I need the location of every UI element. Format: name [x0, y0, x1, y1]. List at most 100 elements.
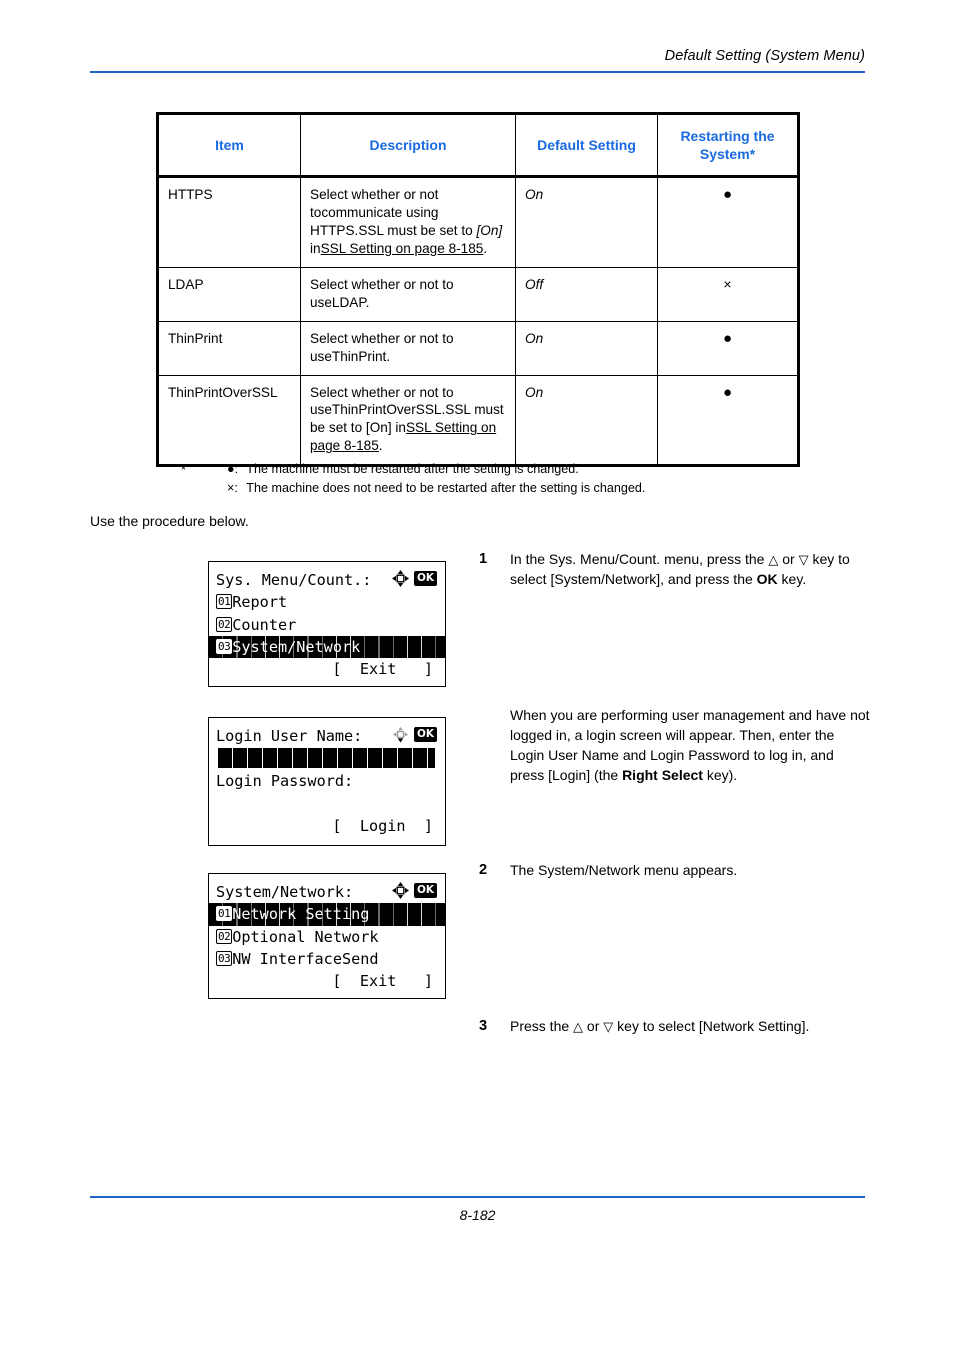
procedure-intro-text: Use the procedure below.: [90, 513, 249, 529]
desc-line: ThinPrintOverSSL.: [331, 402, 446, 418]
lcd-menu-item-network-setting-selected[interactable]: 01 Network Setting: [209, 903, 445, 926]
cell-item: ThinPrint: [156, 320, 301, 376]
lcd-panel-system-network[interactable]: OK System/Network: 01 Network Setting 02 O…: [208, 873, 446, 1000]
page-number: 8-182: [459, 1207, 496, 1223]
restart-required-dot-icon: ●: [722, 329, 733, 347]
step-1-text: In the Sys. Menu/Count. menu, press the …: [510, 551, 850, 587]
lcd-softkey-exit[interactable]: [ Exit ]: [209, 658, 445, 680]
ok-key-icon: OK: [413, 571, 437, 586]
lcd-menu-item-system-network-selected[interactable]: 03 System/Network: [209, 635, 445, 659]
lcd-menu-item-optional-network[interactable]: 02 Optional Network: [209, 926, 445, 948]
lcd-label-login-password: Login Password:: [216, 772, 354, 791]
column-header-restarting-system: Restarting the System*: [657, 112, 800, 178]
cell-default-setting: On: [515, 176, 658, 268]
lcd-menu-item-nw-interfacesend[interactable]: 03 NW InterfaceSend: [209, 948, 445, 970]
cell-description: Select whether or not tocommunicate usin…: [300, 176, 516, 268]
ok-key-icon: OK: [413, 727, 437, 742]
lcd-status-icons-sys-menu: OK: [391, 570, 437, 587]
step-3-text: Press the △ or ▽ key to select [Network …: [510, 1018, 810, 1034]
menu-number-badge: 02: [216, 928, 233, 944]
column-header-description: Description: [300, 112, 516, 178]
restart-required-dot-icon: ●: [722, 383, 733, 401]
page-header: Default Setting (System Menu): [90, 48, 865, 73]
restart-not-required-x-icon: ×: [723, 275, 732, 292]
menu-number-badge: 03: [216, 950, 233, 966]
menu-number-badge: 02: [216, 616, 233, 632]
cell-restart-required: ●: [657, 176, 800, 268]
ok-key-icon: OK: [413, 883, 437, 898]
menu-number-badge: 03: [216, 638, 233, 654]
footnote-dot-icon: ●:: [227, 462, 239, 476]
desc-line: SSL must be set to: [358, 222, 477, 238]
cell-default-setting: On: [515, 320, 658, 376]
menu-item-label: System/Network: [232, 637, 361, 656]
lcd-softkey-login[interactable]: [ Login ]: [209, 815, 445, 837]
footnote-x-text: The machine does not need to be restarte…: [246, 481, 646, 496]
login-user-name-input[interactable]: [218, 748, 435, 769]
column-header-item: Item: [156, 112, 301, 178]
cell-restart-required: ×: [657, 266, 800, 322]
footnote-line-restart-required: ●: The machine must be restarted after t…: [227, 460, 857, 479]
desc-line: LDAP.: [331, 294, 370, 310]
ok-key-label: OK: [756, 570, 778, 587]
table-footnote: * ●: The machine must be restarted after…: [157, 460, 857, 498]
menu-item-label: Report: [232, 593, 288, 612]
lcd-status-icons-login: OK: [392, 726, 437, 743]
lcd-softkey-exit[interactable]: [ Exit ]: [209, 970, 445, 992]
lcd-panel-login[interactable]: OK Login User Name: Login Password: [ Lo…: [208, 717, 446, 847]
four-way-arrow-icon-dimmed: [392, 726, 409, 743]
cell-item: ThinPrintOverSSL: [156, 374, 301, 468]
header-title: Default Setting (System Menu): [664, 48, 865, 64]
cell-restart-required: ●: [657, 374, 800, 468]
menu-item-label: NW InterfaceSend: [232, 949, 379, 968]
menu-item-label: Optional Network: [232, 927, 379, 946]
lcd-menu-item-counter[interactable]: 02 Counter: [209, 614, 445, 636]
step-number-2: 2: [479, 862, 488, 878]
table-row: ThinPrint Select whether or not to useTh…: [156, 320, 800, 376]
header-divider: [90, 71, 865, 73]
step-number-1: 1: [479, 551, 488, 567]
footnote-line-restart-not-required: ×: The machine does not need to be resta…: [227, 479, 857, 498]
desc-line: .: [483, 240, 488, 256]
footnote-dot-text: The machine must be restarted after the …: [246, 462, 579, 476]
menu-item-label: Network Setting: [232, 905, 370, 924]
table-header-row: Item Description Default Setting Restart…: [156, 112, 800, 178]
column-header-default-setting: Default Setting: [515, 112, 658, 178]
four-way-arrow-icon: [391, 570, 409, 587]
footnote-x-icon: ×:: [227, 481, 238, 496]
page-footer: 8-182: [90, 1196, 865, 1223]
step-number-3: 3: [479, 1018, 488, 1034]
cell-description: Select whether or not to useLDAP.: [300, 266, 516, 322]
lcd-panel-sys-menu[interactable]: OK Sys. Menu/Count.: 01 Report 02 Counter …: [208, 561, 446, 688]
desc-emphasis: [On]: [476, 222, 503, 238]
restart-required-dot-icon: ●: [722, 186, 733, 203]
login-note-text: When you are performing user management …: [510, 707, 870, 783]
up-arrow-key-icon: △: [573, 1019, 584, 1034]
cell-default-setting: Off: [515, 266, 658, 322]
menu-number-badge: 01: [216, 906, 233, 922]
menu-item-label: Counter: [232, 615, 297, 634]
table-row: LDAP Select whether or not to useLDAP. O…: [156, 266, 800, 322]
footnote-asterisk: *: [181, 463, 186, 477]
up-arrow-key-icon: △: [768, 552, 779, 567]
step-2-text: The System/Network menu appears.: [510, 862, 738, 878]
cell-description: Select whether or not to useThinPrintOve…: [300, 374, 516, 468]
desc-line: .: [378, 438, 383, 454]
cell-item: LDAP: [156, 266, 301, 322]
lcd-menu-item-report[interactable]: 01 Report: [209, 591, 445, 613]
cell-item: HTTPS: [156, 176, 301, 268]
desc-line: in: [310, 240, 321, 256]
cross-reference-link[interactable]: SSL Setting on page 8-185: [321, 241, 484, 256]
cell-default-setting: On: [515, 374, 658, 468]
down-arrow-key-icon: ▽: [798, 552, 809, 567]
down-arrow-key-icon: ▽: [603, 1019, 614, 1034]
settings-table: Item Description Default Setting Restart…: [156, 112, 800, 468]
lcd-blank-row: [209, 793, 445, 815]
menu-number-badge: 01: [216, 594, 233, 610]
lcd-status-icons-system-network: OK: [391, 882, 437, 899]
cell-description: Select whether or not to useThinPrint.: [300, 320, 516, 376]
four-way-arrow-icon: [391, 882, 409, 899]
desc-line: ThinPrint.: [331, 348, 391, 364]
right-select-key-label: Right Select: [622, 766, 703, 783]
table-row: HTTPS Select whether or not tocommunicat…: [156, 176, 800, 268]
